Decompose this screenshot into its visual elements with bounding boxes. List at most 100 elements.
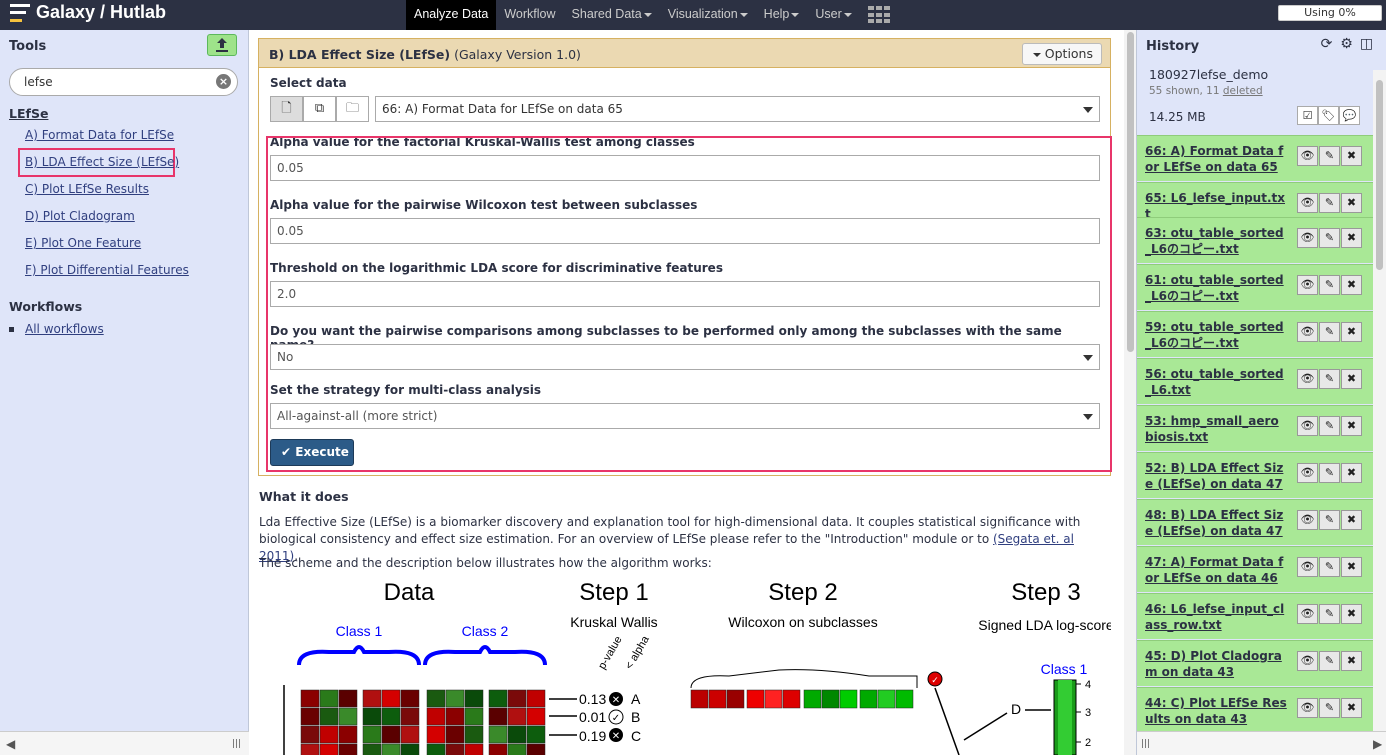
history-dataset[interactable]: 52: B) LDA Effect Size (LEfSe) on data 4… bbox=[1137, 452, 1373, 498]
delete-icon[interactable]: ✖ bbox=[1341, 228, 1362, 248]
delete-icon[interactable]: ✖ bbox=[1341, 651, 1362, 671]
eye-icon[interactable]: 👁 bbox=[1297, 557, 1318, 577]
dataset-title[interactable]: 61: otu_table_sorted_L6のコピー.txt bbox=[1145, 272, 1287, 304]
tool-format-data[interactable]: A) Format Data for LEfSe bbox=[25, 128, 174, 142]
pencil-icon[interactable]: ✎ bbox=[1319, 604, 1340, 624]
history-dataset[interactable]: 61: otu_table_sorted_L6のコピー.txt 👁 ✎ ✖ bbox=[1137, 264, 1373, 310]
delete-icon[interactable]: ✖ bbox=[1341, 604, 1362, 624]
delete-icon[interactable]: ✖ bbox=[1341, 510, 1362, 530]
scroll-thumb[interactable] bbox=[1376, 80, 1383, 270]
history-dataset[interactable]: 66: A) Format Data for LEfSe on data 65 👁… bbox=[1137, 135, 1373, 181]
pencil-icon[interactable]: ✎ bbox=[1319, 510, 1340, 530]
clear-search-icon[interactable]: × bbox=[216, 74, 231, 89]
single-dataset-icon[interactable]: 🗋 bbox=[270, 96, 303, 122]
dataset-title[interactable]: 63: otu_table_sorted_L6のコピー.txt bbox=[1145, 225, 1287, 257]
drag-handle-icon[interactable]: ||| bbox=[232, 739, 241, 749]
dataset-title[interactable]: 48: B) LDA Effect Size (LEfSe) on data 4… bbox=[1145, 507, 1287, 539]
dataset-title[interactable]: 52: B) LDA Effect Size (LEfSe) on data 4… bbox=[1145, 460, 1287, 492]
dataset-title[interactable]: 45: D) Plot Cladogram on data 43 bbox=[1145, 648, 1287, 680]
tool-plot-cladogram[interactable]: D) Plot Cladogram bbox=[25, 209, 135, 223]
tool-search-input[interactable]: lefse × bbox=[9, 68, 238, 96]
scroll-right-icon[interactable]: ▶ bbox=[1373, 737, 1382, 751]
history-scrollbar[interactable] bbox=[1373, 70, 1386, 755]
pencil-icon[interactable]: ✎ bbox=[1319, 369, 1340, 389]
folder-icon[interactable]: 🗀 bbox=[336, 96, 369, 122]
deleted-link[interactable]: deleted bbox=[1223, 85, 1263, 97]
pencil-icon[interactable]: ✎ bbox=[1319, 698, 1340, 718]
dataset-title[interactable]: 47: A) Format Data for LEfSe on data 46 bbox=[1145, 554, 1287, 586]
dataset-title[interactable]: 44: C) Plot LEfSe Results on data 43 bbox=[1145, 695, 1287, 727]
scroll-left-icon[interactable]: ◀ bbox=[6, 737, 15, 751]
horizontal-scrollbar[interactable]: ||| ▶ bbox=[1137, 731, 1386, 755]
delete-icon[interactable]: ✖ bbox=[1341, 322, 1362, 342]
delete-icon[interactable]: ✖ bbox=[1341, 193, 1362, 213]
delete-icon[interactable]: ✖ bbox=[1341, 463, 1362, 483]
dataset-title[interactable]: 46: L6_lefse_input_class_row.txt bbox=[1145, 601, 1287, 633]
eye-icon[interactable]: 👁 bbox=[1297, 275, 1318, 295]
eye-icon[interactable]: 👁 bbox=[1297, 463, 1318, 483]
section-lefse[interactable]: LEfSe bbox=[9, 106, 48, 121]
dataset-title[interactable]: 66: A) Format Data for LEfSe on data 65 bbox=[1145, 143, 1287, 175]
nav-shared-data[interactable]: Shared Data bbox=[564, 0, 660, 30]
eye-icon[interactable]: 👁 bbox=[1297, 651, 1318, 671]
pencil-icon[interactable]: ✎ bbox=[1319, 557, 1340, 577]
history-dataset[interactable]: 47: A) Format Data for LEfSe on data 46 👁… bbox=[1137, 546, 1373, 592]
nav-user[interactable]: User bbox=[807, 0, 859, 30]
pencil-icon[interactable]: ✎ bbox=[1319, 146, 1340, 166]
nav-help[interactable]: Help bbox=[756, 0, 808, 30]
tool-lda-effect-size[interactable]: B) LDA Effect Size (LEfSe) bbox=[25, 155, 179, 169]
refresh-icon[interactable]: ⟳ bbox=[1319, 37, 1334, 52]
history-dataset[interactable]: 46: L6_lefse_input_class_row.txt 👁 ✎ ✖ bbox=[1137, 593, 1373, 639]
history-name[interactable]: 180927lefse_demo bbox=[1149, 67, 1268, 82]
grid-icon[interactable] bbox=[867, 6, 890, 24]
multiple-datasets-icon[interactable]: ⧉ bbox=[303, 96, 336, 122]
options-button[interactable]: Options bbox=[1021, 43, 1102, 65]
eye-icon[interactable]: 👁 bbox=[1297, 698, 1318, 718]
nav-workflow[interactable]: Workflow bbox=[496, 0, 563, 30]
drag-handle-icon[interactable]: ||| bbox=[1141, 739, 1150, 749]
brand[interactable]: Galaxy / Hutlab bbox=[10, 2, 166, 23]
eye-icon[interactable]: 👁 bbox=[1297, 510, 1318, 530]
delete-icon[interactable]: ✖ bbox=[1341, 146, 1362, 166]
pencil-icon[interactable]: ✎ bbox=[1319, 322, 1340, 342]
tool-plot-one-feature[interactable]: E) Plot One Feature bbox=[25, 236, 141, 250]
eye-icon[interactable]: 👁 bbox=[1297, 369, 1318, 389]
history-dataset[interactable]: 45: D) Plot Cladogram on data 43 👁 ✎ ✖ bbox=[1137, 640, 1373, 686]
dataset-title[interactable]: 56: otu_table_sorted_L6.txt bbox=[1145, 366, 1287, 398]
eye-icon[interactable]: 👁 bbox=[1297, 604, 1318, 624]
history-dataset[interactable]: 56: otu_table_sorted_L6.txt 👁 ✎ ✖ bbox=[1137, 358, 1373, 404]
delete-icon[interactable]: ✖ bbox=[1341, 369, 1362, 389]
history-dataset[interactable]: 59: otu_table_sorted_L6のコピー.txt 👁 ✎ ✖ bbox=[1137, 311, 1373, 357]
pencil-icon[interactable]: ✎ bbox=[1319, 275, 1340, 295]
history-dataset[interactable]: 63: otu_table_sorted_L6のコピー.txt 👁 ✎ ✖ bbox=[1137, 217, 1373, 263]
history-dataset[interactable]: 48: B) LDA Effect Size (LEfSe) on data 4… bbox=[1137, 499, 1373, 545]
delete-icon[interactable]: ✖ bbox=[1341, 557, 1362, 577]
delete-icon[interactable]: ✖ bbox=[1341, 416, 1362, 436]
pencil-icon[interactable]: ✎ bbox=[1319, 651, 1340, 671]
eye-icon[interactable]: 👁 bbox=[1297, 416, 1318, 436]
annotation-icon[interactable]: 💬 bbox=[1339, 106, 1360, 125]
data-select[interactable]: 66: A) Format Data for LEfSe on data 65 bbox=[375, 96, 1100, 122]
scroll-thumb[interactable] bbox=[1127, 32, 1134, 352]
vertical-scrollbar[interactable] bbox=[1124, 30, 1136, 755]
delete-icon[interactable]: ✖ bbox=[1341, 698, 1362, 718]
history-dataset[interactable]: 44: C) Plot LEfSe Results on data 43 👁 ✎ ✖ bbox=[1137, 687, 1373, 733]
nav-visualization[interactable]: Visualization bbox=[660, 0, 756, 30]
columns-icon[interactable]: ◫ bbox=[1359, 37, 1374, 52]
dataset-title[interactable]: 53: hmp_small_aerobiosis.txt bbox=[1145, 413, 1287, 445]
tool-plot-differential-features[interactable]: F) Plot Differential Features bbox=[25, 263, 189, 277]
pencil-icon[interactable]: ✎ bbox=[1319, 228, 1340, 248]
eye-icon[interactable]: 👁 bbox=[1297, 146, 1318, 166]
pencil-icon[interactable]: ✎ bbox=[1319, 463, 1340, 483]
tags-icon[interactable]: 🏷 bbox=[1318, 106, 1339, 125]
quota-meter[interactable]: Using 0% bbox=[1278, 5, 1382, 21]
upload-button[interactable] bbox=[207, 34, 237, 56]
select-all-icon[interactable]: ☑ bbox=[1297, 106, 1318, 125]
delete-icon[interactable]: ✖ bbox=[1341, 275, 1362, 295]
pencil-icon[interactable]: ✎ bbox=[1319, 193, 1340, 213]
horizontal-scrollbar[interactable]: ◀ ||| bbox=[0, 731, 249, 755]
dataset-title[interactable]: 59: otu_table_sorted_L6のコピー.txt bbox=[1145, 319, 1287, 351]
history-dataset[interactable]: 53: hmp_small_aerobiosis.txt 👁 ✎ ✖ bbox=[1137, 405, 1373, 451]
pencil-icon[interactable]: ✎ bbox=[1319, 416, 1340, 436]
tool-plot-lefse-results[interactable]: C) Plot LEfSe Results bbox=[25, 182, 149, 196]
